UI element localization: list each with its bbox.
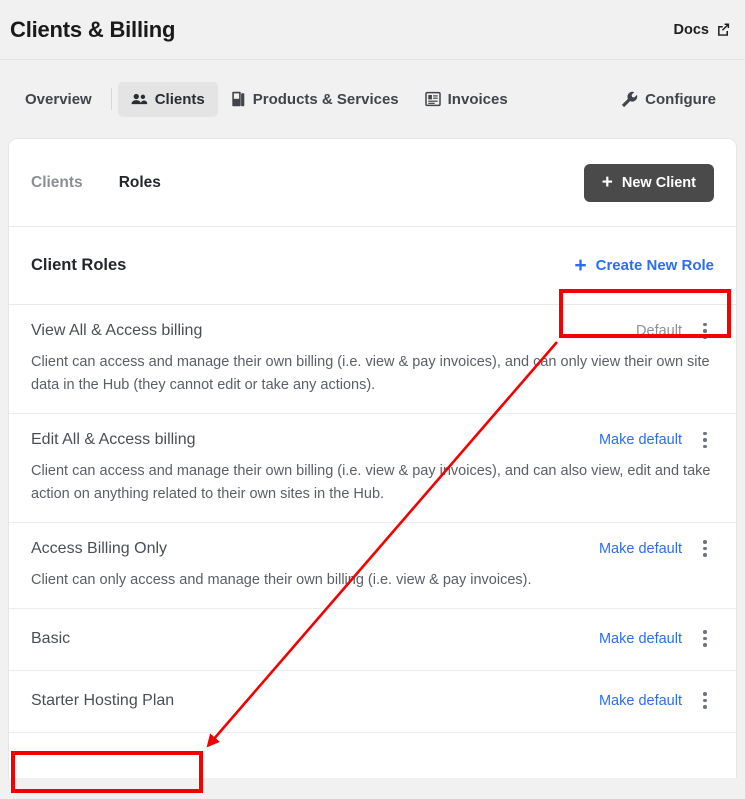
table-row[interactable]: Basic Make default <box>9 609 736 671</box>
table-row[interactable]: Starter Hosting Plan Make default <box>9 671 736 733</box>
invoice-icon <box>425 91 441 107</box>
new-client-button[interactable]: + New Client <box>584 164 714 202</box>
role-row-actions: Make default <box>599 628 714 650</box>
status-badge: Default <box>636 323 682 339</box>
clients-card: Clients Roles + New Client Client Roles … <box>8 138 737 778</box>
role-description: Client can only access and manage their … <box>31 569 714 592</box>
kebab-menu-icon[interactable] <box>696 690 714 712</box>
role-name: View All & Access billing <box>31 322 202 340</box>
client-roles-header: Client Roles + Create New Role <box>9 227 736 305</box>
external-link-icon <box>716 22 731 37</box>
plus-icon: + <box>602 176 613 190</box>
docs-link-label: Docs <box>674 22 709 38</box>
tab-overview-label: Overview <box>25 91 92 108</box>
table-row[interactable]: Edit All & Access billing Make default C… <box>9 414 736 523</box>
kebab-menu-icon[interactable] <box>696 628 714 650</box>
client-roles-title: Client Roles <box>31 256 126 275</box>
kebab-menu-icon[interactable] <box>696 538 714 560</box>
tab-configure[interactable]: Configure <box>608 82 729 117</box>
make-default-link[interactable]: Make default <box>599 541 682 557</box>
tab-configure-label: Configure <box>645 91 716 108</box>
role-row-actions: Default <box>636 320 714 342</box>
make-default-link[interactable]: Make default <box>599 693 682 709</box>
subtab-clients[interactable]: Clients <box>31 174 83 192</box>
tab-invoices-label: Invoices <box>448 91 508 108</box>
tab-invoices[interactable]: Invoices <box>412 82 521 117</box>
make-default-link[interactable]: Make default <box>599 432 682 448</box>
kebab-menu-icon[interactable] <box>696 429 714 451</box>
table-row[interactable]: View All & Access billing Default Client… <box>9 305 736 414</box>
tab-clients-label: Clients <box>155 91 205 108</box>
role-row-header: Starter Hosting Plan Make default <box>31 690 714 712</box>
role-row-header: Edit All & Access billing Make default <box>31 429 714 451</box>
book-icon <box>231 91 246 107</box>
role-row-header: Access Billing Only Make default <box>31 538 714 560</box>
card-subtab-bar: Clients Roles + New Client <box>9 139 736 227</box>
role-row-header: Basic Make default <box>31 628 714 650</box>
role-row-actions: Make default <box>599 538 714 560</box>
tab-clients[interactable]: Clients <box>118 82 218 117</box>
role-row-actions: Make default <box>599 429 714 451</box>
role-name: Edit All & Access billing <box>31 431 196 449</box>
kebab-menu-icon[interactable] <box>696 320 714 342</box>
page-title: Clients & Billing <box>10 17 175 43</box>
tab-divider <box>111 88 112 110</box>
tab-overview[interactable]: Overview <box>12 82 105 117</box>
role-description: Client can access and manage their own b… <box>31 351 714 397</box>
tab-products-services[interactable]: Products & Services <box>218 82 412 117</box>
make-default-link[interactable]: Make default <box>599 631 682 647</box>
new-client-button-label: New Client <box>622 175 696 191</box>
role-name: Basic <box>31 630 70 648</box>
create-new-role-button-label: Create New Role <box>596 257 714 274</box>
role-description: Client can access and manage their own b… <box>31 460 714 506</box>
subtab-roles[interactable]: Roles <box>119 174 161 192</box>
create-new-role-button[interactable]: + Create New Role <box>574 257 714 274</box>
starter-hosting-plan-row-name: Starter Hosting Plan <box>31 692 174 710</box>
tab-products-services-label: Products & Services <box>253 91 399 108</box>
role-row-actions: Make default <box>599 690 714 712</box>
main-tab-bar: Overview Clients Produ <box>0 60 745 138</box>
people-icon <box>131 92 148 106</box>
role-name: Access Billing Only <box>31 540 167 558</box>
docs-link[interactable]: Docs <box>674 22 731 38</box>
table-row[interactable]: Access Billing Only Make default Client … <box>9 523 736 609</box>
page-header: Clients & Billing Docs <box>0 0 745 60</box>
wrench-icon <box>621 91 638 108</box>
app-window: Clients & Billing Docs Overview <box>0 0 746 799</box>
role-row-header: View All & Access billing Default <box>31 320 714 342</box>
plus-icon: + <box>574 258 586 273</box>
